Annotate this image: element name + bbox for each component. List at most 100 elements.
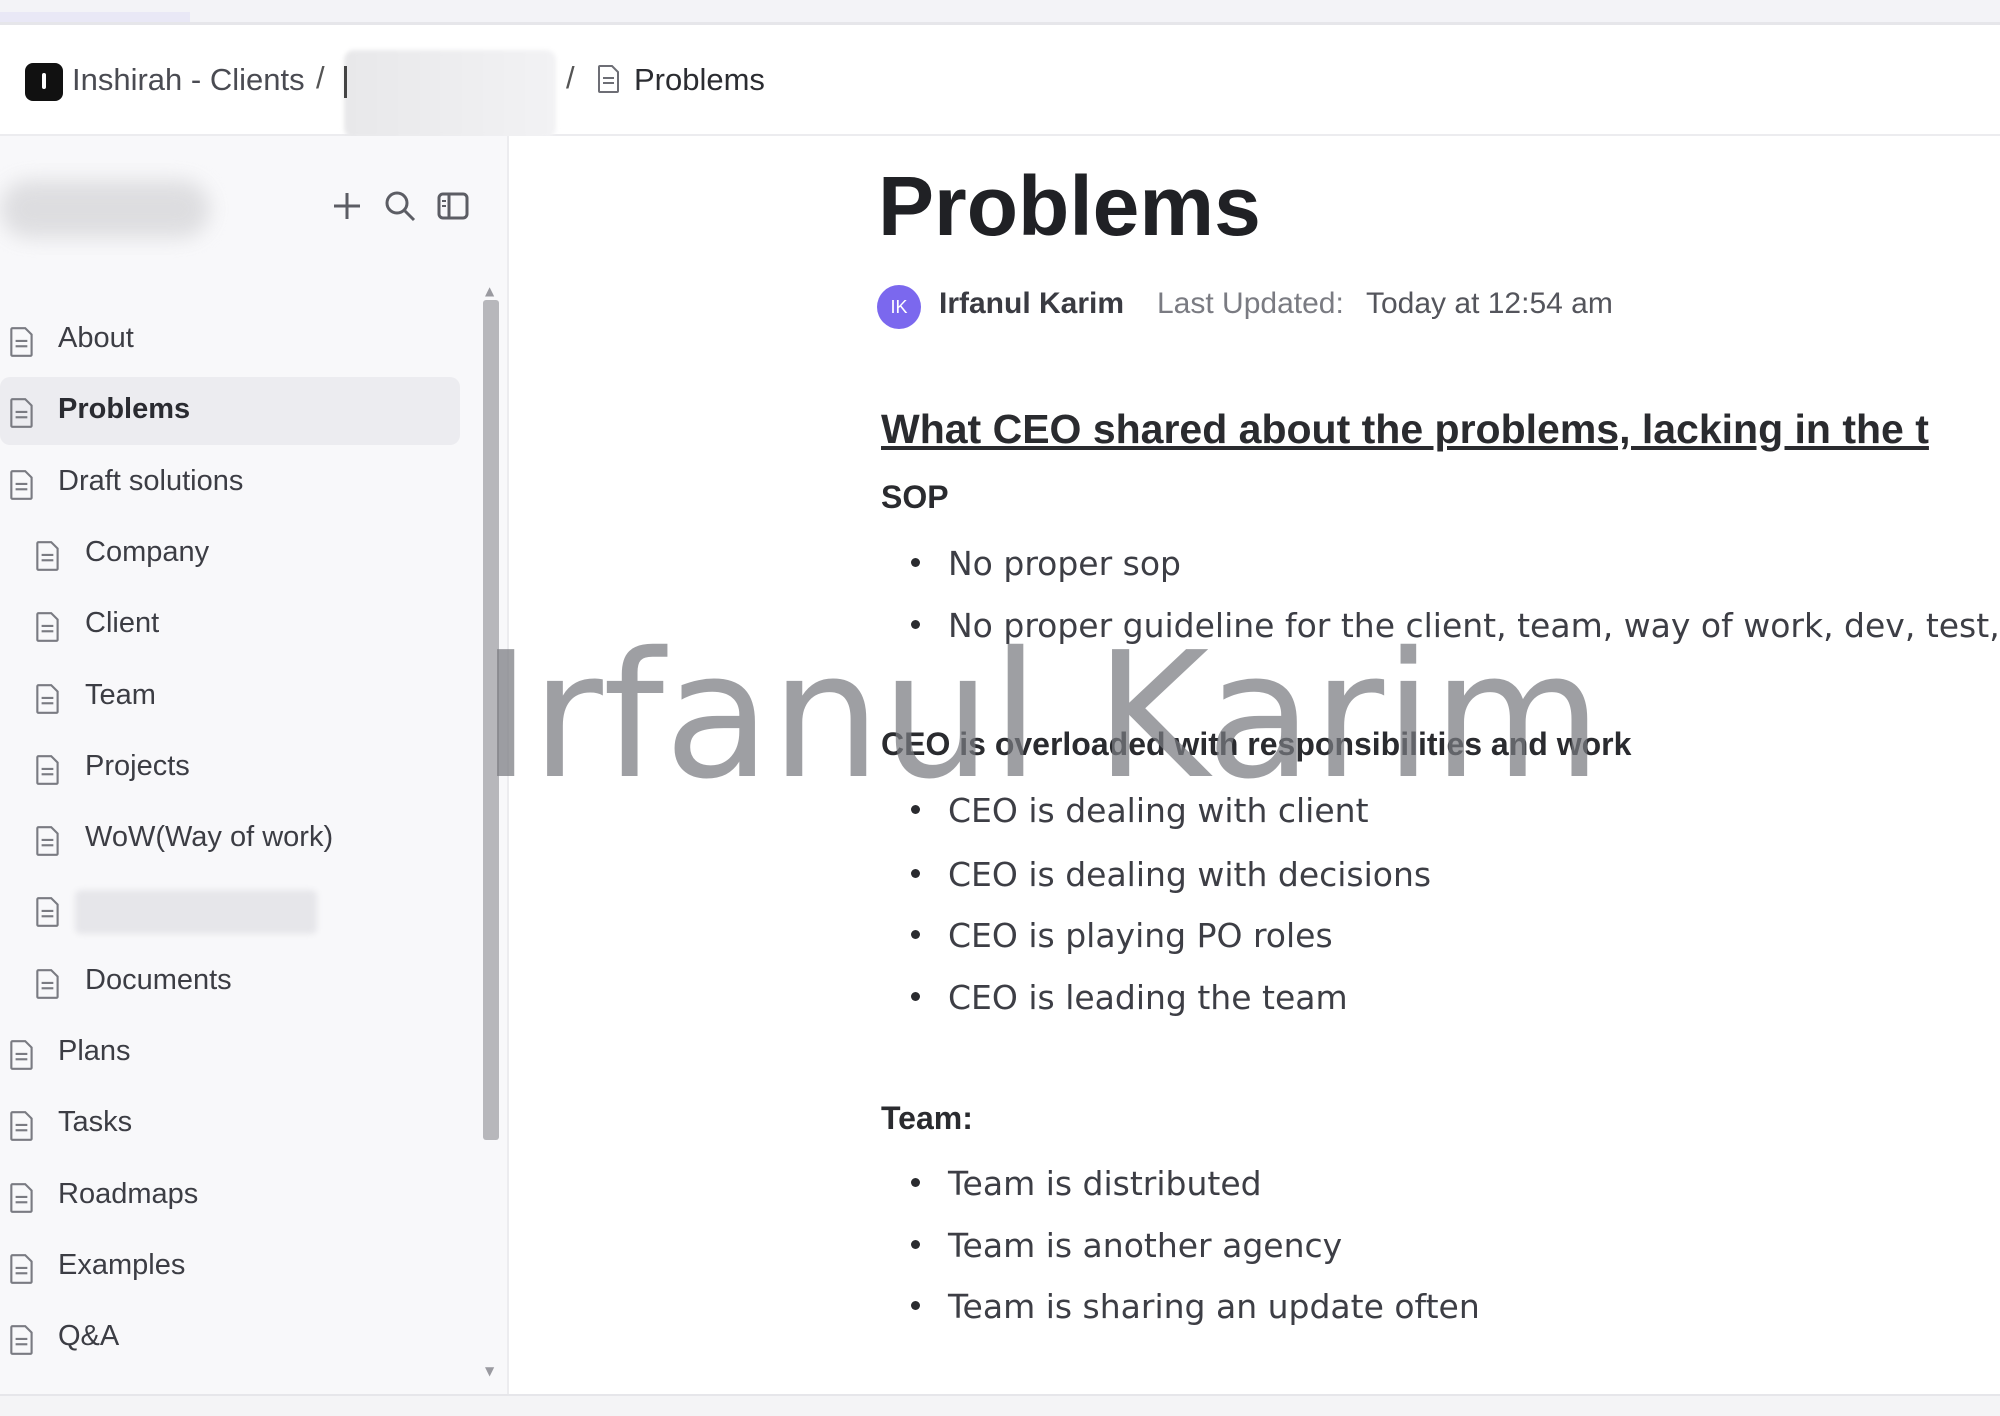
doc-icon — [36, 897, 59, 927]
section-title[interactable]: Team: — [881, 1100, 973, 1137]
section-title[interactable]: CEO is overloaded with responsibilities … — [881, 726, 1631, 763]
sidebar-item[interactable]: Tasks — [0, 1090, 460, 1158]
bullet-item[interactable]: CEO is playing PO roles — [881, 916, 1333, 955]
doc-icon — [36, 755, 59, 785]
section-heading[interactable]: What CEO shared about the problems, lack… — [881, 406, 1929, 453]
bullet-text: CEO is dealing with decisions — [948, 855, 1432, 894]
sidebar-item-label: About — [58, 322, 134, 354]
plus-icon[interactable] — [327, 186, 367, 226]
bullet-dot-icon — [911, 805, 920, 814]
sidebar-item-label: Client — [85, 607, 160, 639]
doc-icon — [10, 1040, 33, 1070]
bullet-dot-icon — [911, 869, 920, 878]
sidebar-item-label: Projects — [85, 750, 190, 782]
bullet-item[interactable]: CEO is dealing with decisions — [881, 855, 1431, 894]
window-bottom-edge — [0, 1394, 2000, 1416]
sidebar-item[interactable]: Examples — [0, 1233, 460, 1301]
bullet-item[interactable]: No proper sop — [881, 544, 1181, 583]
doc-icon — [36, 969, 59, 999]
bullet-text: No proper sop — [948, 544, 1181, 583]
breadcrumb-folder-glyph — [344, 66, 347, 98]
sidebar-item-label: WoW(Way of work) — [85, 821, 334, 853]
breadcrumb: Inshirah - Clients / / Problems — [0, 26, 2000, 138]
bullet-dot-icon — [911, 1240, 920, 1249]
sidebar-item[interactable]: Problems — [0, 377, 460, 445]
window-top-band — [0, 0, 2000, 25]
sidebar-item-label: Draft solutions — [58, 465, 244, 497]
doc-icon — [36, 541, 59, 571]
bullet-text: Team is distributed — [948, 1164, 1262, 1203]
doc-icon — [10, 470, 33, 500]
sidebar-item[interactable]: About — [0, 306, 460, 374]
breadcrumb-current[interactable]: Problems — [634, 62, 765, 98]
sidebar-item-label: Roadmaps — [58, 1178, 199, 1210]
author-name[interactable]: Irfanul Karim — [939, 287, 1124, 321]
bullet-text: Team is another agency — [948, 1226, 1343, 1265]
doc-icon — [36, 684, 59, 714]
sidebar-item[interactable]: Client — [0, 591, 460, 659]
bullet-dot-icon — [911, 930, 920, 939]
bullet-dot-icon — [911, 1301, 920, 1310]
bullet-item[interactable]: Team is sharing an update often — [881, 1287, 1480, 1326]
bullet-item[interactable]: CEO is leading the team — [881, 978, 1348, 1017]
scroll-down-icon[interactable]: ▼ — [485, 1364, 494, 1378]
doc-icon — [10, 327, 33, 357]
page-title[interactable]: Problems — [878, 158, 1261, 255]
sidebar-item-label: Documents — [85, 964, 232, 996]
sidebar-item-label: Team — [85, 679, 156, 711]
sidebar-item[interactable]: WoW(Way of work) — [0, 805, 460, 873]
sidebar-toggle-icon[interactable] — [433, 186, 473, 226]
bullet-item[interactable]: CEO is dealing with client — [881, 791, 1369, 830]
sidebar-item[interactable]: Q&A — [0, 1304, 460, 1372]
doc-icon — [598, 65, 619, 93]
top-accent-strip — [0, 12, 190, 22]
breadcrumb-workspace[interactable]: Inshirah - Clients — [72, 62, 305, 98]
sidebar-item[interactable]: Team — [0, 663, 460, 731]
sidebar-item[interactable]: Projects — [0, 734, 460, 802]
bullet-item[interactable]: Team is another agency — [881, 1226, 1342, 1265]
bullet-text: CEO is playing PO roles — [948, 916, 1333, 955]
sidebar-item[interactable]: Plans — [0, 1019, 460, 1087]
bullet-item[interactable]: Team is distributed — [881, 1164, 1262, 1203]
last-updated-label: Last Updated: — [1157, 287, 1344, 320]
sidebar-item-label: Examples — [58, 1249, 186, 1281]
breadcrumb-redacted-folder[interactable] — [344, 50, 556, 138]
breadcrumb-separator: / — [566, 60, 575, 95]
last-updated-value: Today at 12:54 am — [1366, 287, 1613, 320]
bullet-dot-icon — [911, 620, 920, 629]
sidebar-item-label: Problems — [58, 393, 191, 425]
bullet-text: CEO is leading the team — [948, 978, 1348, 1017]
bullet-dot-icon — [911, 558, 920, 567]
sidebar-item[interactable]: Draft solutions — [0, 449, 460, 517]
sidebar-item-label: Tasks — [58, 1106, 133, 1138]
bullet-text: Team is sharing an update often — [948, 1287, 1480, 1326]
scroll-up-icon[interactable]: ▲ — [485, 284, 494, 298]
sidebar: About Problems Draft solutions Company Clien… — [0, 136, 509, 1394]
avatar[interactable]: IK — [877, 285, 921, 329]
doc-icon — [10, 1183, 33, 1213]
doc-icon — [10, 398, 33, 428]
sidebar-redacted-title — [0, 180, 210, 238]
bullet-dot-icon — [911, 1178, 920, 1187]
breadcrumb-separator: / — [316, 60, 325, 95]
sidebar-item[interactable] — [0, 876, 460, 944]
bullet-dot-icon — [911, 992, 920, 1001]
doc-icon — [36, 612, 59, 642]
sidebar-item-label: Plans — [58, 1035, 131, 1067]
sidebar-item[interactable]: Documents — [0, 948, 460, 1016]
sidebar-item[interactable]: Feedback — [0, 1376, 460, 1394]
doc-icon — [10, 1325, 33, 1355]
sidebar-item-label: Company — [85, 536, 210, 568]
bullet-text: No proper guideline for the client, team… — [948, 606, 2000, 645]
sidebar-item-redacted-label — [75, 890, 317, 934]
section-title[interactable]: SOP — [881, 479, 949, 516]
search-icon[interactable] — [380, 186, 420, 226]
sidebar-item[interactable]: Roadmaps — [0, 1162, 460, 1230]
sidebar-item[interactable]: Company — [0, 520, 460, 588]
bullet-item[interactable]: No proper guideline for the client, team… — [881, 606, 2000, 645]
workspace-logo-icon[interactable] — [25, 63, 63, 101]
document-content: Problems IK Irfanul Karim Last Updated: … — [509, 136, 2000, 1394]
bullet-text: CEO is dealing with client — [948, 791, 1369, 830]
sidebar-scrollbar[interactable] — [483, 300, 499, 1140]
sidebar-item-label: Q&A — [58, 1320, 120, 1352]
